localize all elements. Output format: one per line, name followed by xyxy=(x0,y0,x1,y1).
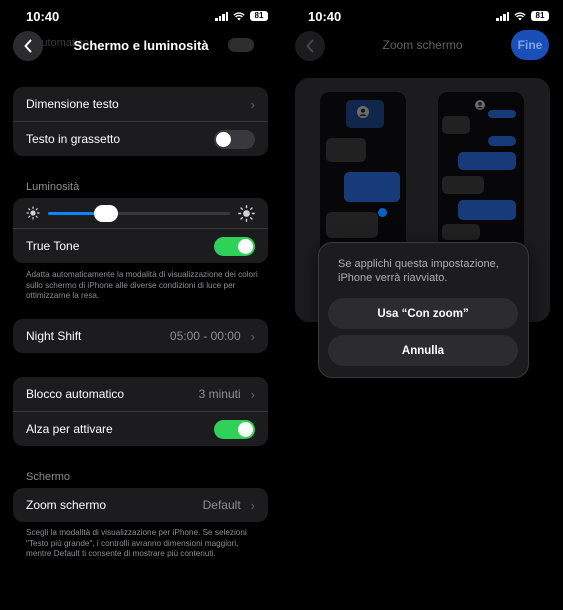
status-time: 10:40 xyxy=(26,9,60,24)
zoom-footnote: Scegli la modalità di visualizzazione pe… xyxy=(26,528,247,558)
chevron-right-icon: › xyxy=(250,386,255,402)
brightness-slider-row xyxy=(13,198,268,228)
raise-to-wake-label: Alza per attivare xyxy=(26,422,113,436)
status-time: 10:40 xyxy=(308,9,342,24)
night-shift-row[interactable]: Night Shift 05:00 - 00:00 › xyxy=(13,319,268,353)
bold-text-row: Testo in grassetto xyxy=(13,121,268,156)
brightness-slider-thumb[interactable] xyxy=(94,204,119,222)
battery-icon: 81 xyxy=(531,11,549,21)
page-title: Schermo e luminosità xyxy=(73,38,209,53)
true-tone-toggle[interactable] xyxy=(214,236,255,256)
text-settings-group: Dimensione testo › Testo in grassetto xyxy=(13,87,268,156)
cancel-button[interactable]: Annulla xyxy=(328,335,518,366)
raise-to-wake-toggle[interactable] xyxy=(214,419,255,439)
night-shift-group: Night Shift 05:00 - 00:00 › xyxy=(13,319,268,353)
use-zoomed-button[interactable]: Usa “Con zoom” xyxy=(328,298,518,329)
display-zoom-screen: 10:40 81 Zoom schermo Fine Se applichi q… xyxy=(282,0,563,610)
brightness-slider[interactable] xyxy=(48,204,230,222)
display-settings-screen: 10:40 81 Automatico Schermo e luminosità… xyxy=(0,0,282,610)
battery-icon: 81 xyxy=(250,11,268,21)
sun-large-icon xyxy=(238,204,255,222)
raise-to-wake-row: Alza per attivare xyxy=(13,411,268,446)
display-zoom-value: Default xyxy=(202,498,241,512)
wifi-icon xyxy=(514,11,526,20)
bold-text-label: Testo in grassetto xyxy=(26,132,121,146)
brightness-header: Luminosità xyxy=(26,181,80,193)
true-tone-label: True Tone xyxy=(26,239,80,253)
display-zoom-label: Zoom schermo xyxy=(26,498,107,512)
text-size-label: Dimensione testo xyxy=(26,97,119,111)
sun-small-icon xyxy=(26,206,40,220)
auto-lock-value: 3 minuti xyxy=(198,387,241,401)
status-bar: 10:40 81 xyxy=(282,0,563,32)
restart-alert: Se applichi questa impostazione, iPhone … xyxy=(318,242,529,378)
done-button[interactable]: Fine xyxy=(511,30,549,60)
screen-header: Schermo xyxy=(26,471,71,483)
bold-text-toggle[interactable] xyxy=(214,129,255,149)
true-tone-row: True Tone xyxy=(13,228,268,263)
chevron-right-icon: › xyxy=(250,328,255,344)
status-bar: 10:40 81 xyxy=(0,0,282,32)
auto-lock-row[interactable]: Blocco automatico 3 minuti › xyxy=(13,377,268,411)
cellular-signal-icon xyxy=(215,11,228,21)
text-size-row[interactable]: Dimensione testo › xyxy=(13,87,268,121)
display-zoom-row[interactable]: Zoom schermo Default › xyxy=(13,488,268,522)
cellular-signal-icon xyxy=(496,11,509,21)
brightness-group: True Tone xyxy=(13,198,268,263)
chevron-right-icon: › xyxy=(250,96,255,112)
lock-group: Blocco automatico 3 minuti › Alza per at… xyxy=(13,377,268,446)
night-shift-label: Night Shift xyxy=(26,329,82,343)
wifi-icon xyxy=(233,11,245,20)
chevron-right-icon: › xyxy=(250,497,255,513)
night-shift-value: 05:00 - 00:00 xyxy=(169,329,241,343)
true-tone-footnote: Adatta automaticamente la modalità di vi… xyxy=(26,270,258,300)
alert-message: Se applichi questa impostazione, iPhone … xyxy=(338,258,499,284)
auto-lock-label: Blocco automatico xyxy=(26,387,125,401)
zoom-group: Zoom schermo Default › xyxy=(13,488,268,522)
